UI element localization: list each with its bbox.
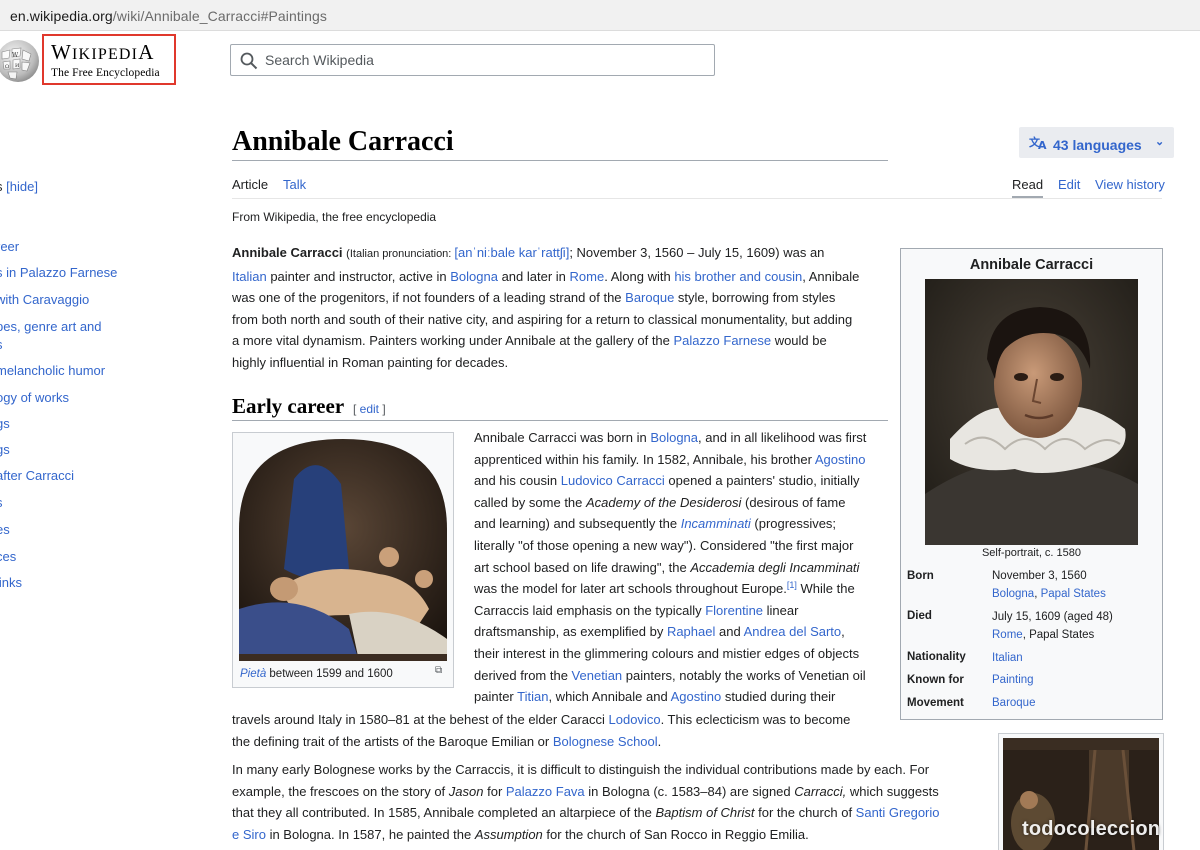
- infobox: Annibale Carracci Self-portrait, c. 1580…: [900, 248, 1163, 720]
- link-venetian[interactable]: Venetian: [572, 668, 623, 683]
- section-heading: Early career: [232, 394, 345, 418]
- section-edit: [ edit ]: [353, 402, 386, 416]
- languages-label: 43 languages: [1053, 137, 1142, 153]
- toc-item[interactable]: s: [0, 495, 3, 510]
- link-agostino[interactable]: Agostino: [671, 689, 722, 704]
- toc-item[interactable]: ogy of works: [0, 390, 69, 405]
- link-painting[interactable]: Painting: [992, 674, 1034, 686]
- tab-talk[interactable]: Talk: [283, 177, 306, 192]
- title-divider: [232, 160, 888, 161]
- toc-item[interactable]: after Carracci: [0, 468, 74, 483]
- citation-link[interactable]: [1]: [787, 580, 797, 590]
- site-tagline: From Wikipedia, the free encyclopedia: [232, 210, 437, 224]
- toc-item[interactable]: links: [0, 575, 22, 590]
- toc-item[interactable]: melancholic humor: [0, 363, 105, 378]
- link-agostino[interactable]: Agostino: [815, 452, 866, 467]
- toc-item[interactable]: pes, genre art and: [0, 319, 102, 334]
- link-papal-states[interactable]: Papal States: [1041, 588, 1106, 600]
- link-pieta[interactable]: Pietà: [240, 668, 266, 680]
- page-title: Annibale Carracci: [232, 126, 454, 157]
- tab-read[interactable]: Read: [1012, 177, 1043, 192]
- link-rome[interactable]: Rome: [992, 629, 1023, 641]
- infobox-nationality-label: Nationality: [907, 651, 966, 663]
- toc-item[interactable]: es: [0, 522, 10, 537]
- tab-article[interactable]: Article: [232, 177, 268, 192]
- section-edit-link[interactable]: edit: [360, 402, 379, 416]
- link-bologna[interactable]: Bologna: [992, 588, 1034, 600]
- wordmark-title: WIKIPEDIA: [51, 40, 155, 64]
- infobox-born-label: Born: [907, 570, 934, 582]
- tab-edit[interactable]: Edit: [1058, 177, 1080, 192]
- second-paragraph: In many early Bolognese works by the Car…: [232, 762, 940, 842]
- link-brother-cousin[interactable]: his brother and cousin: [674, 269, 802, 284]
- link-incamminati[interactable]: Incamminati: [681, 516, 751, 531]
- infobox-died-label: Died: [907, 610, 932, 622]
- translate-icon: 文A: [1029, 134, 1053, 153]
- link-florentine[interactable]: Florentine: [705, 603, 763, 618]
- chevron-down-icon: ⌄: [1155, 136, 1165, 148]
- infobox-born-value: November 3, 1560 Bologna, Papal States: [992, 570, 1106, 600]
- pieta-painting-image[interactable]: [239, 439, 447, 661]
- early-career-paragraph-cont: travels around Italy in 1580–81 at the b…: [232, 712, 851, 749]
- search-box[interactable]: [230, 44, 715, 76]
- languages-button[interactable]: 文A 43 languages ⌄: [1019, 127, 1174, 158]
- toc-item[interactable]: gs: [0, 416, 10, 431]
- infobox-known-for-label: Known for: [907, 674, 964, 686]
- section-divider: [232, 420, 888, 421]
- link-e-siro[interactable]: e Siro: [232, 827, 266, 842]
- svg-text:И: И: [15, 63, 20, 69]
- toc-item[interactable]: gs: [0, 442, 10, 457]
- self-portrait-image[interactable]: [925, 279, 1138, 545]
- link-titian[interactable]: Titian: [517, 689, 548, 704]
- link-bologna[interactable]: Bologna: [650, 430, 698, 445]
- search-input[interactable]: [265, 50, 705, 70]
- link-palazzo-farnese[interactable]: Palazzo Farnese: [674, 333, 772, 348]
- link-lodovico[interactable]: Lodovico: [609, 712, 661, 727]
- link-baroque[interactable]: Baroque: [992, 697, 1035, 709]
- link-palazzo-fava[interactable]: Palazzo Fava: [506, 784, 585, 799]
- tabs-divider: [232, 198, 1162, 199]
- tab-view-history[interactable]: View history: [1095, 177, 1165, 192]
- toc-hide-link[interactable]: [hide]: [6, 179, 38, 194]
- link-italian[interactable]: Italian: [992, 652, 1023, 664]
- address-bar[interactable]: en.wikipedia.org/wiki/Annibale_Carracci#…: [0, 0, 1200, 31]
- infobox-movement-label: Movement: [907, 697, 964, 709]
- toc-item[interactable]: s: [0, 337, 3, 352]
- infobox-caption: Self-portrait, c. 1580: [981, 547, 1082, 559]
- link-raphael[interactable]: Raphael: [667, 624, 715, 639]
- link-bologna[interactable]: Bologna: [450, 269, 498, 284]
- wikipedia-wordmark[interactable]: WIKIPEDIA The Free Encyclopedia: [42, 34, 176, 85]
- search-icon: [240, 52, 258, 70]
- toc-item[interactable]: reer: [0, 239, 19, 254]
- enlarge-icon[interactable]: ⧉: [435, 665, 442, 676]
- svg-text:Ω: Ω: [5, 64, 9, 70]
- link-ludovico-carracci[interactable]: Ludovico Carracci: [561, 473, 665, 488]
- toc-item[interactable]: ces: [0, 549, 16, 564]
- early-career-paragraph: Annibale Carracci was born in Bologna, a…: [474, 430, 867, 705]
- link-baroque[interactable]: Baroque: [625, 290, 674, 305]
- toc-header: s [hide]: [0, 179, 38, 194]
- link-bolognese-school[interactable]: Bolognese School: [553, 734, 658, 749]
- ipa-link[interactable]: [anˈniːbale karˈrattʃi]: [454, 245, 569, 260]
- toc-item[interactable]: with Caravaggio: [0, 292, 89, 307]
- link-santi-gregorio[interactable]: Santi Gregorio: [856, 805, 940, 820]
- svg-text:W: W: [12, 52, 19, 59]
- link-rome[interactable]: Rome: [570, 269, 605, 284]
- pieta-thumbnail[interactable]: Pietà between 1599 and 1600 ⧉: [232, 432, 454, 688]
- infobox-title: Annibale Carracci: [969, 257, 1094, 273]
- infobox-died-value: July 15, 1609 (aged 48) Rome, Papal Stat…: [992, 611, 1113, 641]
- lead-paragraph: Annibale Carracci (Italian pronunciation…: [232, 245, 860, 370]
- thumbnail-caption: Pietà between 1599 and 1600: [240, 668, 393, 680]
- toc-item[interactable]: s in Palazzo Farnese: [0, 265, 117, 280]
- link-italian[interactable]: Italian: [232, 269, 267, 284]
- wordmark-tagline: The Free Encyclopedia: [51, 67, 160, 79]
- wikipedia-globe-logo[interactable]: W Ω И: [0, 38, 40, 84]
- link-andrea-del-sarto[interactable]: Andrea del Sarto: [744, 624, 842, 639]
- watermark: todocoleccion: [1022, 818, 1161, 840]
- svg-text:A: A: [1038, 139, 1047, 150]
- tab-read-underline: [1012, 196, 1043, 198]
- table-of-contents: s [hide] reer s in Palazzo Farnese with …: [0, 0, 150, 850]
